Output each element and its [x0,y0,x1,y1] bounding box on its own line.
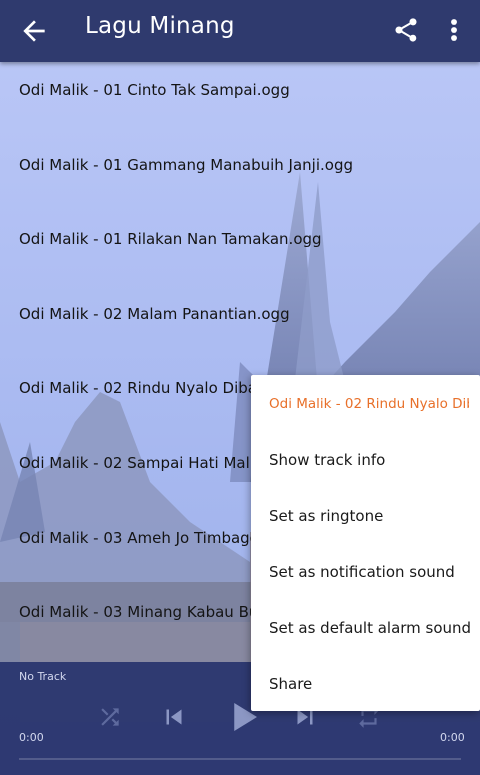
seek-bar[interactable] [19,758,461,760]
menu-item-show-track-info[interactable]: Show track info [269,451,385,469]
list-item[interactable]: Odi Malik - 02 Malam Panantian.ogg [0,286,480,361]
more-vert-icon[interactable] [446,14,462,46]
arrow-back-icon[interactable] [18,15,50,47]
context-menu: Odi Malik - 02 Rindu Nyalo Diba.. Show t… [251,375,480,711]
track-title: Odi Malik - 02 Malam Panantian.ogg [19,304,290,323]
menu-item-set-alarm[interactable]: Set as default alarm sound [269,619,471,637]
list-item[interactable]: Odi Malik - 01 Rilakan Nan Tamakan.ogg [0,211,480,286]
track-title: Odi Malik - 03 Minang Kabau Buka [19,603,276,622]
app-bar: Lagu Minang [0,0,480,62]
track-title: Odi Malik - 03 Ameh Jo Timbago.o [19,528,273,547]
list-item[interactable]: Odi Malik - 01 Cinto Tak Sampai.ogg [0,62,480,137]
menu-item-set-notification[interactable]: Set as notification sound [269,563,455,581]
page-title: Lagu Minang [85,13,235,39]
track-title: Odi Malik - 01 Cinto Tak Sampai.ogg [19,81,290,99]
skip-previous-icon[interactable] [159,702,189,736]
menu-item-share[interactable]: Share [269,675,312,693]
menu-item-set-ringtone[interactable]: Set as ringtone [269,507,383,525]
time-total: 0:00 [440,731,465,744]
shuffle-icon[interactable] [97,704,123,734]
share-icon[interactable] [392,15,420,45]
time-current: 0:00 [19,731,44,744]
menu-header: Odi Malik - 02 Rindu Nyalo Diba.. [269,396,469,412]
track-title: Odi Malik - 01 Gammang Manabuih Janji.og… [19,155,353,174]
track-title: Odi Malik - 02 Sampai Hati Maluko [19,453,277,472]
list-item[interactable]: Odi Malik - 01 Gammang Manabuih Janji.og… [0,137,480,212]
track-title: Odi Malik - 01 Rilakan Nan Tamakan.ogg [19,230,322,249]
now-playing-label: No Track [19,670,67,683]
track-title: Odi Malik - 02 Rindu Nyalo Dibath [19,379,273,398]
